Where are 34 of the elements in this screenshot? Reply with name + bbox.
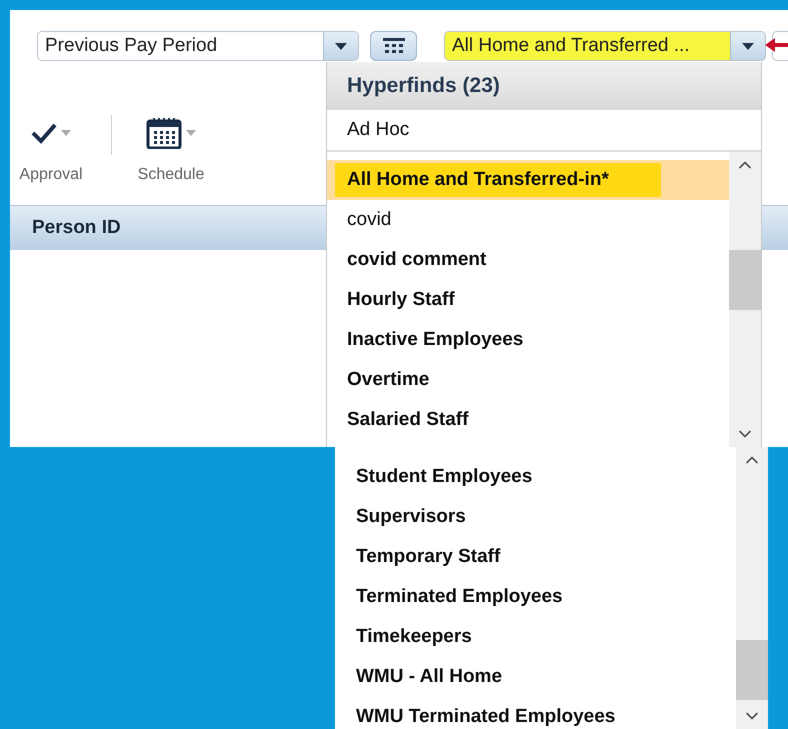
menu-title: Hyperfinds (23) <box>327 62 761 110</box>
scrollbar[interactable] <box>736 447 768 729</box>
hyperfind-item[interactable]: WMU Terminated Employees <box>335 697 736 729</box>
pointer-arrow-icon <box>765 38 788 52</box>
hyperfind-item[interactable]: Inactive Employees <box>327 320 729 360</box>
column-header[interactable]: Person ID <box>10 217 121 239</box>
caret-icon <box>186 130 196 136</box>
scrollbar[interactable] <box>729 152 761 447</box>
hyperfind-item[interactable]: Overtime <box>327 360 729 400</box>
toolbar-button[interactable]: Schedule <box>132 115 210 184</box>
hyperfind-item[interactable]: WMU - All Home <box>335 657 736 697</box>
dropdown-caret-icon <box>335 42 347 50</box>
hyperfind-item[interactable]: Timekeepers <box>335 617 736 657</box>
grid-icon <box>382 38 404 54</box>
hyperfind-item[interactable]: All Home and Transferred-in* <box>327 160 729 200</box>
hyperfind-item[interactable]: Salaried Staff <box>327 400 729 440</box>
dropdown-caret-icon <box>742 42 754 50</box>
hyperfind-item[interactable]: covid comment <box>327 240 729 280</box>
toolbar-button[interactable]: Approval <box>13 115 89 184</box>
time-period-select[interactable]: Previous Pay Period <box>37 31 359 61</box>
hyperfind-item[interactable]: covid <box>327 200 729 240</box>
hyperfind-item[interactable]: Student Employees <box>335 457 736 497</box>
scrollbar-thumb[interactable] <box>729 250 761 310</box>
hyperfind-item[interactable]: Supervisors <box>335 497 736 537</box>
scrollbar-thumb[interactable] <box>736 640 768 700</box>
hyperfind-item[interactable]: Temporary Staff <box>335 537 736 577</box>
calendar-icon <box>146 117 182 149</box>
hyperfind-item[interactable]: Terminated Employees <box>335 577 736 617</box>
ad-hoc-item[interactable]: Ad Hoc <box>327 110 761 152</box>
caret-icon <box>61 130 71 136</box>
hyperfind-item[interactable]: Hourly Staff <box>327 280 729 320</box>
checkmark-icon <box>31 122 57 144</box>
hyperfind-select[interactable]: All Home and Transferred ... <box>444 31 766 61</box>
calendar-button[interactable] <box>370 31 417 61</box>
